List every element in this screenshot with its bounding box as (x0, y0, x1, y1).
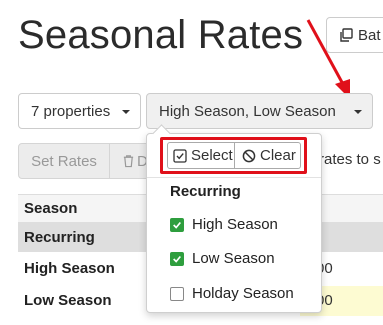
option-label: High Season (192, 216, 278, 233)
chevron-down-icon (354, 110, 362, 114)
seasons-dropdown[interactable]: High Season, Low Season (146, 93, 373, 129)
set-rates-label: Set Rates (31, 152, 97, 170)
batch-button-label: Bat (358, 26, 381, 44)
seasons-dropdown-label: High Season, Low Season (159, 102, 336, 120)
set-rates-button[interactable]: Set Rates (18, 143, 110, 179)
trash-icon (123, 155, 134, 168)
option-label: Low Season (192, 250, 275, 267)
header-season: Season (24, 200, 78, 217)
season-option-low[interactable]: Low Season (170, 250, 275, 267)
page-title: Seasonal Rates (18, 13, 304, 57)
menu-group-label: Recurring (170, 183, 241, 200)
season-option-holday[interactable]: Holday Season (170, 285, 294, 302)
checkbox-unchecked-icon[interactable] (170, 286, 184, 301)
chevron-down-icon (122, 110, 130, 114)
row-label: Low Season (24, 291, 112, 309)
properties-dropdown[interactable]: 7 properties (18, 93, 141, 129)
season-option-high[interactable]: High Season (170, 216, 278, 233)
properties-dropdown-label: 7 properties (31, 102, 111, 120)
toolbar-trailing-text: rates to s (319, 151, 381, 168)
delete-button[interactable]: D (110, 143, 150, 179)
row-label: High Season (24, 259, 115, 277)
menu-divider (147, 177, 321, 178)
checkbox-checked-icon[interactable] (170, 217, 184, 232)
option-label: Holday Season (192, 285, 294, 302)
batch-button[interactable]: Bat (326, 17, 383, 53)
group-recurring: Recurring (24, 228, 95, 246)
copy-icon (340, 28, 353, 42)
checkbox-checked-icon[interactable] (170, 251, 184, 266)
annotation-highlight-box (160, 137, 307, 174)
